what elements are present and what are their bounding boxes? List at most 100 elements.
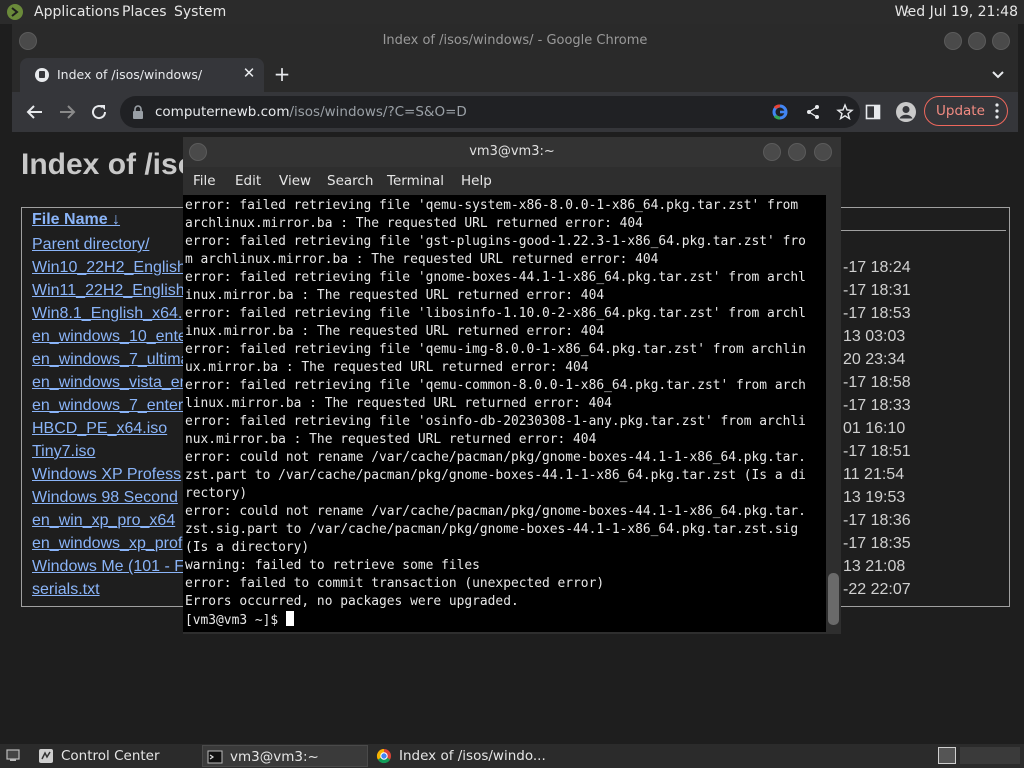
tab-active[interactable]: Index of /isos/windows/ ✕	[20, 58, 264, 92]
update-button[interactable]: Update	[924, 96, 1008, 126]
clock[interactable]: Wed Jul 19, 21:48	[895, 4, 1018, 20]
terminal-line: archlinux.mirror.ba : The requested URL …	[185, 216, 643, 231]
file-link[interactable]: Win11_22H2_English	[32, 282, 185, 300]
taskbar-item-chrome[interactable]: Index of /isos/windo...	[372, 745, 572, 767]
file-link[interactable]: Win10_22H2_English	[32, 259, 186, 277]
chrome-titlebar[interactable]: Index of /isos/windows/ - Google Chrome	[12, 24, 1018, 56]
page-title: Index of /iso	[21, 148, 197, 181]
mate-logo-icon[interactable]	[6, 3, 24, 21]
file-link[interactable]: Win8.1_English_x64.	[32, 305, 182, 323]
window-menu-button[interactable]	[19, 32, 37, 50]
file-date: -17 18:24	[843, 259, 911, 276]
taskbar-item-terminal[interactable]: vm3@vm3:~	[202, 745, 368, 767]
terminal-line: nux.mirror.ba : The requested URL return…	[185, 432, 597, 447]
terminal-close-button[interactable]	[814, 143, 832, 161]
terminal-maximize-button[interactable]	[788, 143, 806, 161]
maximize-button[interactable]	[968, 32, 986, 50]
forward-arrow-icon[interactable]	[55, 100, 79, 124]
file-link[interactable]: en_windows_7_enter	[32, 397, 183, 415]
file-date: -17 18:51	[843, 443, 911, 460]
file-link[interactable]: en_windows_7_ultima	[32, 351, 189, 369]
tab-close-icon[interactable]: ✕	[240, 64, 258, 82]
terminal-line: error: failed retrieving file 'osinfo-db…	[185, 414, 806, 429]
file-link[interactable]: en_windows_xp_prof	[32, 535, 182, 553]
back-arrow-icon[interactable]	[23, 100, 47, 124]
file-link[interactable]: Windows Me (101 - F	[32, 558, 184, 576]
chrome-icon	[376, 748, 391, 764]
file-date: -17 18:58	[843, 374, 911, 391]
taskbar-label: Index of /isos/windo...	[399, 748, 546, 764]
file-date: 20 23:34	[843, 351, 906, 368]
taskbar-item-control-center[interactable]: Control Center	[34, 745, 198, 767]
taskbar-label: vm3@vm3:~	[230, 749, 319, 765]
applications-menu[interactable]: Applications	[34, 4, 120, 20]
terminal-minimize-button[interactable]	[763, 143, 781, 161]
chrome-toolbar: computernewb.com/isos/windows/?C=S&O=D U…	[12, 92, 1018, 132]
side-panel-icon[interactable]	[865, 104, 881, 120]
lock-icon[interactable]	[132, 105, 144, 119]
terminal-menu-search[interactable]: Search	[327, 173, 373, 189]
terminal-menu-file[interactable]: File	[193, 173, 216, 189]
file-date: -17 18:33	[843, 397, 911, 414]
minimize-button[interactable]	[944, 32, 962, 50]
bottom-taskbar: Control Center vm3@vm3:~ Index of /isos/…	[0, 744, 1024, 768]
new-tab-button[interactable]: +	[272, 64, 292, 84]
terminal-scrollbar[interactable]	[826, 195, 841, 632]
terminal-line: rectory)	[185, 486, 248, 501]
file-date: -17 18:35	[843, 535, 911, 552]
terminal-output[interactable]: error: failed retrieving file 'qemu-syst…	[183, 195, 826, 632]
show-desktop-icon[interactable]	[6, 748, 20, 762]
terminal-line: m archlinux.mirror.ba : The requested UR…	[185, 252, 659, 267]
bookmark-star-icon[interactable]	[836, 103, 854, 121]
system-menu[interactable]: System	[174, 4, 226, 20]
reload-icon[interactable]	[87, 100, 111, 124]
terminal-line: error: failed retrieving file 'gnome-box…	[185, 270, 806, 285]
file-link[interactable]: serials.txt	[32, 581, 100, 599]
file-link[interactable]: en_win_xp_pro_x64	[32, 512, 175, 530]
file-link[interactable]: Windows 98 Second	[32, 489, 178, 507]
profile-avatar-icon[interactable]	[895, 101, 917, 123]
terminal-titlebar[interactable]: vm3@vm3:~	[183, 137, 841, 167]
google-icon[interactable]	[772, 104, 788, 120]
file-link[interactable]: Parent directory/	[32, 236, 149, 254]
terminal-menu-terminal[interactable]: Terminal	[387, 173, 444, 189]
more-vertical-icon[interactable]	[995, 102, 999, 120]
terminal-window-title: vm3@vm3:~	[469, 144, 555, 159]
terminal-menu-help[interactable]: Help	[461, 173, 492, 189]
file-date: -17 18:53	[843, 305, 911, 322]
file-link[interactable]: en_windows_vista_en	[32, 374, 189, 392]
terminal-cursor	[285, 611, 294, 626]
workspace-switcher-1[interactable]	[938, 747, 956, 764]
address-bar[interactable]: computernewb.com/isos/windows/?C=S&O=D	[120, 96, 860, 128]
site-favicon-icon	[35, 68, 49, 82]
terminal-prompt-line[interactable]: [vm3@vm3 ~]$	[185, 611, 806, 630]
file-date: 13 03:03	[843, 328, 906, 345]
scrollbar-thumb[interactable]	[828, 573, 839, 625]
tab-search-chevron-icon[interactable]	[990, 66, 1006, 82]
terminal-line: error: failed retrieving file 'qemu-comm…	[185, 378, 806, 393]
close-window-button[interactable]	[992, 32, 1010, 50]
terminal-line: linux.mirror.ba : The requested URL retu…	[185, 396, 612, 411]
places-menu[interactable]: Places	[122, 4, 167, 20]
file-link[interactable]: Windows XP Profess	[32, 466, 181, 484]
terminal-line: error: could not rename /var/cache/pacma…	[185, 450, 806, 465]
terminal-line: zst.sig.part to /var/cache/pacman/pkg/gn…	[185, 522, 799, 537]
top-panel: Applications Places System Wed Jul 19, 2…	[0, 0, 1024, 24]
terminal-line: error: failed retrieving file 'qemu-img-…	[185, 342, 806, 357]
tab-title: Index of /isos/windows/	[57, 67, 203, 82]
file-link[interactable]: en_windows_10_ente	[32, 328, 187, 346]
file-date: 11 21:54	[843, 466, 905, 483]
file-link[interactable]: Tiny7.iso	[32, 443, 95, 461]
terminal-menu-edit[interactable]: Edit	[235, 173, 261, 189]
workspace-switcher-2[interactable]	[960, 747, 1020, 764]
terminal-window: vm3@vm3:~ File Edit View Search Terminal…	[183, 137, 841, 634]
url-text[interactable]: computernewb.com/isos/windows/?C=S&O=D	[155, 104, 467, 120]
file-name-column-header[interactable]: File Name ↓	[32, 211, 120, 229]
terminal-menu-view[interactable]: View	[279, 173, 311, 189]
header-divider	[828, 230, 1006, 231]
share-icon[interactable]	[805, 104, 821, 120]
terminal-line: ux.mirror.ba : The requested URL returne…	[185, 360, 589, 375]
file-date: -17 18:36	[843, 512, 911, 529]
terminal-window-menu-button[interactable]	[189, 143, 207, 161]
file-link[interactable]: HBCD_PE_x64.iso	[32, 420, 167, 438]
